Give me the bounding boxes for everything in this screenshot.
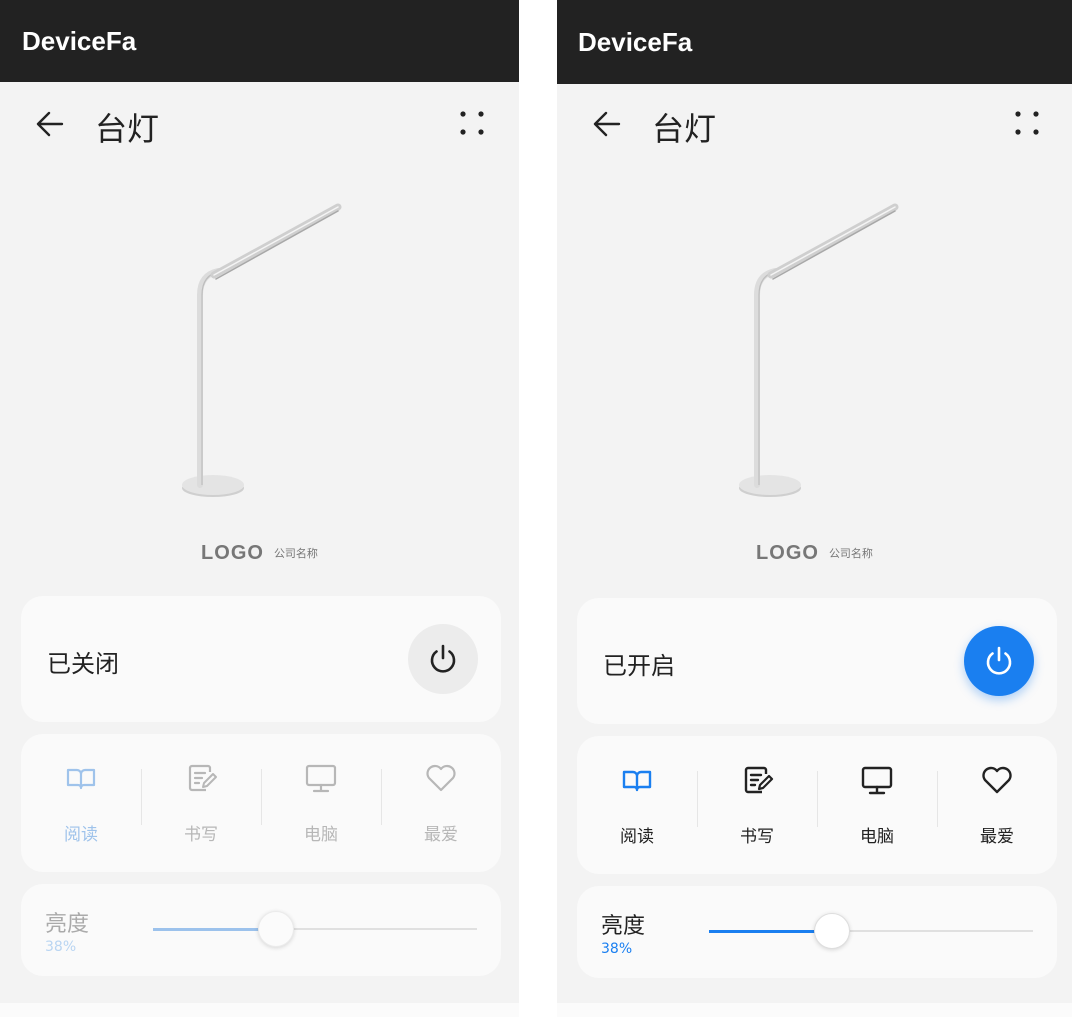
mode-label: 最爱 (424, 825, 458, 845)
app-bar: DeviceFa (557, 0, 1072, 84)
mode-writing[interactable]: 书写 (141, 761, 261, 845)
brand-logo: LOGO 公司名称 (0, 542, 519, 565)
desk-lamp-image (182, 203, 342, 497)
more-dots-icon[interactable] (459, 110, 485, 136)
mode-label: 电脑 (304, 825, 338, 845)
logo-text: LOGO (756, 542, 819, 564)
brightness-slider[interactable] (709, 913, 1033, 949)
top-nav: 台灯 (557, 100, 1072, 150)
desk-lamp-image (739, 203, 899, 497)
mode-label: 阅读 (620, 827, 654, 847)
monitor-icon (305, 764, 337, 793)
page-title: 台灯 (652, 110, 717, 148)
power-icon (430, 644, 456, 673)
power-icon (986, 646, 1012, 675)
mode-label: 书写 (740, 827, 774, 847)
monitor-icon (861, 766, 893, 795)
mode-card: 阅读 书写 电脑 最爱 (577, 736, 1057, 874)
edit-note-icon (188, 764, 217, 792)
power-status-label: 已关闭 (47, 650, 119, 678)
screen-on: DeviceFa 台灯 LOGO 公司名称 已开启 阅读 书写 电脑 最爱 亮度… (557, 0, 1072, 1017)
mode-label: 电脑 (860, 827, 894, 847)
brightness-label: 亮度 (601, 914, 646, 939)
screen-off: DeviceFa 台灯 LOGO 公司名称 已关闭 阅读 书写 电脑 最爱 亮度… (0, 0, 519, 1017)
bottom-strip (0, 1003, 519, 1017)
app-title: DeviceFa (578, 26, 693, 57)
slider-thumb[interactable] (814, 913, 851, 949)
mode-favorite[interactable]: 最爱 (381, 761, 501, 845)
back-arrow-icon[interactable] (34, 108, 66, 140)
mode-label: 最爱 (980, 827, 1014, 847)
bottom-strip (557, 1003, 1072, 1017)
book-icon (66, 768, 96, 790)
mode-label: 阅读 (64, 825, 98, 845)
app-title: DeviceFa (22, 25, 137, 56)
power-card: 已关闭 (21, 596, 501, 722)
heart-icon (426, 764, 456, 792)
more-dots-icon[interactable] (1014, 110, 1040, 136)
mode-writing[interactable]: 书写 (697, 763, 817, 847)
power-card: 已开启 (577, 598, 1057, 724)
logo-text: LOGO (201, 542, 264, 564)
page-title: 台灯 (95, 110, 160, 148)
top-nav: 台灯 (0, 100, 519, 150)
mode-label: 书写 (184, 825, 218, 845)
mode-card: 阅读 书写 电脑 最爱 (21, 734, 501, 872)
company-name: 公司名称 (273, 547, 318, 560)
heart-icon (982, 766, 1012, 794)
brightness-card: 亮度 38% (577, 886, 1057, 978)
mode-computer[interactable]: 电脑 (261, 761, 381, 845)
back-arrow-icon[interactable] (591, 108, 623, 140)
edit-note-icon (744, 766, 774, 794)
brightness-value: 38% (601, 941, 633, 957)
power-button[interactable] (408, 624, 478, 694)
brightness-card: 亮度 38% (21, 884, 501, 976)
mode-reading[interactable]: 阅读 (577, 763, 697, 847)
power-button[interactable] (964, 626, 1034, 696)
mode-favorite[interactable]: 最爱 (937, 763, 1057, 847)
power-status-label: 已开启 (603, 652, 675, 680)
brightness-slider[interactable] (153, 911, 477, 947)
slider-thumb[interactable] (258, 911, 295, 947)
mode-reading[interactable]: 阅读 (21, 761, 141, 845)
brand-logo: LOGO 公司名称 (557, 542, 1072, 565)
brightness-label: 亮度 (45, 912, 90, 937)
app-bar: DeviceFa (0, 0, 519, 82)
company-name: 公司名称 (828, 547, 873, 560)
book-icon (622, 770, 652, 792)
mode-computer[interactable]: 电脑 (817, 763, 937, 847)
brightness-value: 38% (45, 939, 77, 955)
